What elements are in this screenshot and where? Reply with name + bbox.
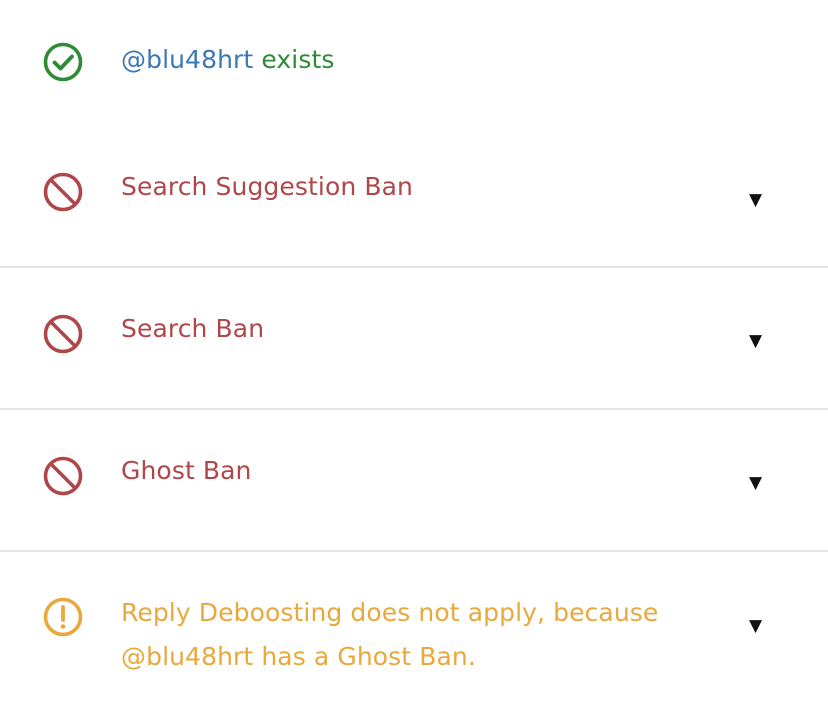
- expand-ghost-ban-chevron-icon[interactable]: ▼: [749, 475, 762, 492]
- account-exists-label: @blu48hrt exists: [121, 38, 334, 82]
- ban-icon: [42, 171, 84, 213]
- ghost-ban-row[interactable]: Ghost Ban ▼: [0, 410, 828, 550]
- search-suggestion-ban-row[interactable]: Search Suggestion Ban ▼: [0, 120, 828, 266]
- expand-reply-deboosting-chevron-icon[interactable]: ▼: [749, 618, 762, 635]
- search-ban-row[interactable]: Search Ban ▼: [0, 268, 828, 408]
- reply-deboosting-line-2: @blu48hrt has a Ghost Ban.: [121, 642, 476, 671]
- search-suggestion-ban-label: Search Suggestion Ban: [121, 172, 413, 201]
- check-circle-icon: [42, 41, 84, 83]
- account-exists-row: @blu48hrt exists: [0, 0, 828, 120]
- warning-circle-icon: [42, 596, 84, 638]
- search-ban-label: Search Ban: [121, 314, 265, 343]
- reply-deboosting-label: Reply Deboosting does not apply, because…: [121, 591, 658, 679]
- expand-search-suggestion-ban-chevron-icon[interactable]: ▼: [749, 192, 762, 209]
- ban-icon: [42, 313, 84, 355]
- exists-status-text: exists: [261, 45, 335, 74]
- username-handle: @blu48hrt: [121, 45, 254, 74]
- ban-icon: [42, 455, 84, 497]
- reply-deboosting-row[interactable]: Reply Deboosting does not apply, because…: [0, 552, 828, 714]
- shadowban-results-panel: @blu48hrt exists Search Suggestion Ban ▼…: [0, 0, 828, 714]
- expand-search-ban-chevron-icon[interactable]: ▼: [749, 333, 762, 350]
- ghost-ban-label: Ghost Ban: [121, 456, 252, 485]
- reply-deboosting-line-1: Reply Deboosting does not apply, because: [121, 598, 659, 627]
